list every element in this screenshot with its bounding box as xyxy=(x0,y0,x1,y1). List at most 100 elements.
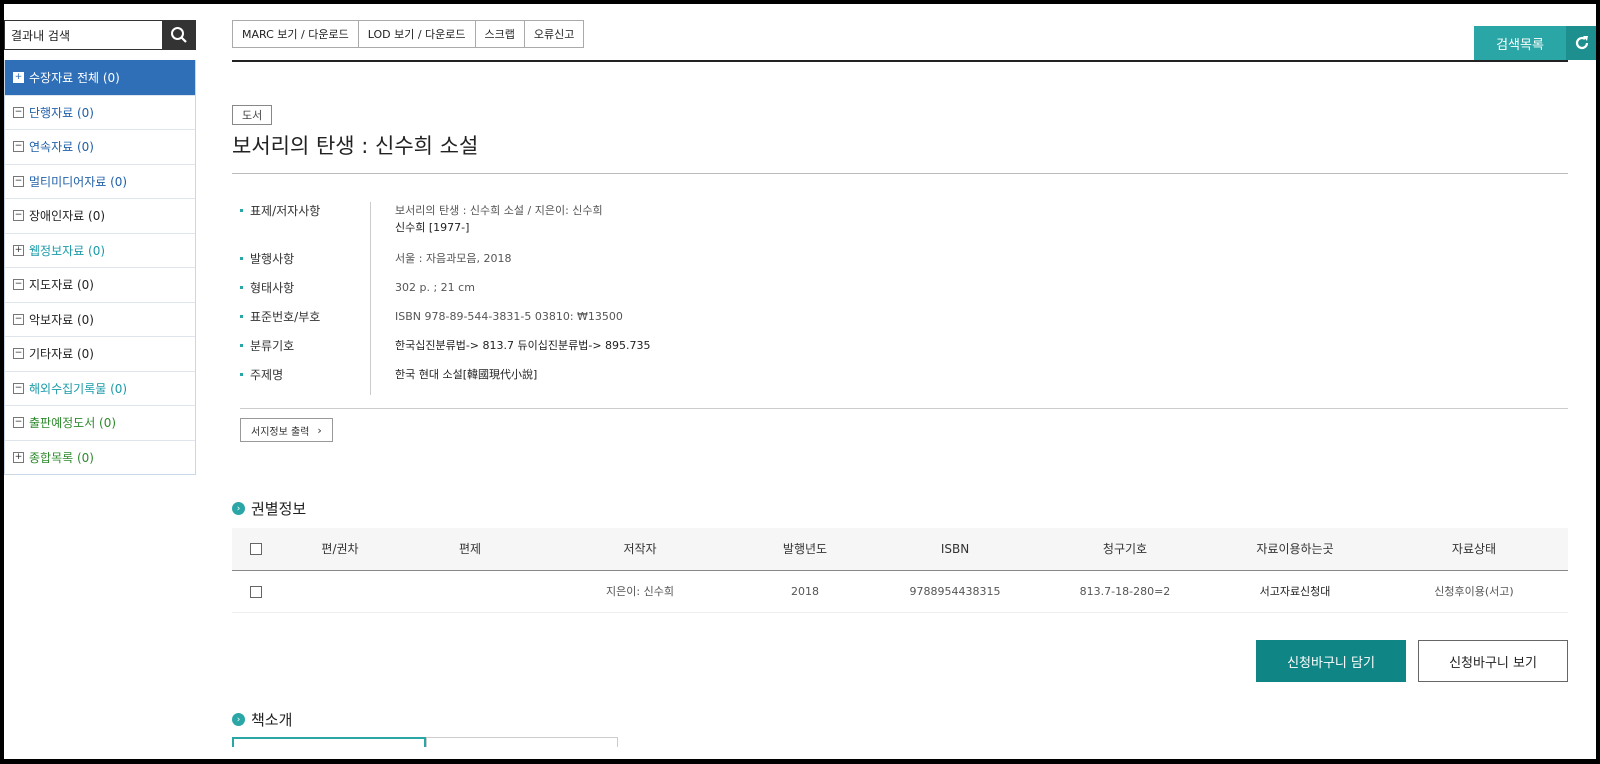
detail-value-line: 한국 현대 소설[韓國現代小說] xyxy=(395,368,538,381)
column-header: 저작자 xyxy=(540,528,740,571)
collection-nav: + 수장자료 전체 (0) − 단행자료 (0) − 연속자료 (0) − 멀티미디어자료 (… xyxy=(4,60,196,475)
detail-value-line: 302 p. ; 21 cm xyxy=(395,281,475,294)
detail-row: 주제명 한국 현대 소설[韓國現代小說] xyxy=(240,366,1568,395)
collapse-icon: − xyxy=(13,106,24,118)
expand-icon: + xyxy=(13,72,24,84)
detail-key: 분류기호 xyxy=(240,337,370,366)
view-cart-button[interactable]: 신청바구니 보기 xyxy=(1418,640,1568,682)
select-all-cell xyxy=(232,528,280,571)
sidebar-item[interactable]: − 장애인자료 (0) xyxy=(5,198,195,233)
sidebar-item[interactable]: + 종합목록 (0) xyxy=(5,439,195,475)
expand-icon: + xyxy=(13,244,24,256)
lod-view-button[interactable]: LOD 보기 / 다운로드 xyxy=(358,20,476,48)
collapse-icon: − xyxy=(13,210,24,222)
divider xyxy=(232,60,1568,62)
detail-value-line: ISBN 978-89-544-3831-5 03810: ₩13500 xyxy=(395,310,623,323)
detail-value-line[interactable]: 신수희 [1977-] xyxy=(395,219,603,236)
intro-tabs xyxy=(232,737,618,747)
collapse-icon: − xyxy=(13,348,24,360)
record-toolbar: MARC 보기 / 다운로드 LOD 보기 / 다운로드 스크랩 오류신고 xyxy=(232,20,1600,48)
column-header: 편/권차 xyxy=(280,528,400,571)
sidebar-item[interactable]: − 출판예정도서 (0) xyxy=(5,405,195,440)
intro-heading-label: 책소개 xyxy=(251,711,293,729)
table-cell: 지은이: 신수희 xyxy=(540,570,740,613)
scrap-button[interactable]: 스크랩 xyxy=(475,20,525,48)
sidebar-item[interactable]: − 단행자료 (0) xyxy=(5,94,195,130)
chevron-right-icon: › xyxy=(317,423,322,437)
chevron-circle-icon: › xyxy=(232,713,245,726)
collapse-icon: − xyxy=(13,279,24,291)
intro-tab[interactable] xyxy=(426,737,618,747)
detail-value: 한국 현대 소설[韓國現代小說] xyxy=(370,366,537,395)
back-to-list-label: 검색목록 xyxy=(1474,26,1566,60)
table-cell xyxy=(400,570,540,613)
record-title: 보서리의 탄생 : 신수희 소설 xyxy=(232,134,479,158)
bibliographic-details: 표제/저자사항 보서리의 탄생 : 신수희 소설 / 지은이: 신수희 신수희 [1… xyxy=(240,202,1568,395)
add-to-cart-button[interactable]: 신청바구니 담기 xyxy=(1256,640,1406,682)
back-to-list-button[interactable]: 검색목록 xyxy=(1474,26,1598,60)
sidebar-item[interactable]: − 멀티미디어자료 (0) xyxy=(5,163,195,199)
divider xyxy=(240,408,1568,409)
sidebar: +수장자료 전체 (0)−단행자료 (0)−연속자료 (0)−멀티미디어자료 (… xyxy=(4,20,196,475)
sidebar-item-label: 출판예정도서 (0) xyxy=(29,416,117,431)
collapse-icon: − xyxy=(13,313,24,325)
detail-row: 분류기호 한국십진분류법-> 813.7 듀이십진분류법-> 895.735 xyxy=(240,337,1568,366)
sidebar-item-label: 장애인자료 (0) xyxy=(29,209,106,224)
result-search-input[interactable] xyxy=(4,20,162,50)
material-type-badge: 도서 xyxy=(232,105,273,125)
sidebar-item[interactable]: − 악보자료 (0) xyxy=(5,301,195,337)
marc-view-button[interactable]: MARC 보기 / 다운로드 xyxy=(232,20,359,48)
detail-value-line: 한국십진분류법-> 813.7 듀이십진분류법-> 895.735 xyxy=(395,339,651,352)
detail-value: 서울 : 자음과모음, 2018 xyxy=(370,250,512,279)
sidebar-item-label: 악보자료 (0) xyxy=(29,312,94,327)
print-record-button[interactable]: 서지정보 출력 › xyxy=(240,418,333,442)
column-header: 편제 xyxy=(400,528,540,571)
detail-value-line: 서울 : 자음과모음, 2018 xyxy=(395,252,512,265)
sidebar-item[interactable]: − 해외수집기록물 (0) xyxy=(5,370,195,406)
detail-value: ISBN 978-89-544-3831-5 03810: ₩13500 xyxy=(370,308,623,337)
detail-key: 주제명 xyxy=(240,366,370,395)
row-checkbox[interactable] xyxy=(250,585,262,598)
table-cell: 신청후이용(서고) xyxy=(1380,570,1568,613)
table-header-row: 편/권차 편제 저작자 발행년도 ISBN 청구기호 자료이용하는곳 자료상태 xyxy=(232,528,1568,571)
sidebar-item[interactable]: − 지도자료 (0) xyxy=(5,267,195,302)
column-header: ISBN xyxy=(870,528,1040,571)
detail-row: 표제/저자사항 보서리의 탄생 : 신수희 소설 / 지은이: 신수희 신수희 [1… xyxy=(240,202,1568,250)
table-cell: 서고자료신청대 xyxy=(1210,570,1380,613)
select-all-checkbox[interactable] xyxy=(250,543,262,556)
sidebar-item-label: 단행자료 (0) xyxy=(29,105,94,120)
sidebar-item-label: 웹정보자료 (0) xyxy=(29,243,106,258)
print-record-label: 서지정보 출력 xyxy=(251,426,310,438)
collapse-icon: − xyxy=(13,417,24,429)
detail-key: 표제/저자사항 xyxy=(240,202,370,250)
refresh-icon xyxy=(1575,36,1589,50)
sidebar-item[interactable]: + 수장자료 전체 (0) xyxy=(5,60,195,95)
table-cell: 813.7-18-280=2 xyxy=(1040,570,1210,613)
sidebar-item[interactable]: − 연속자료 (0) xyxy=(5,129,195,164)
sidebar-item[interactable]: + 웹정보자료 (0) xyxy=(5,232,195,268)
detail-value-line: 보서리의 탄생 : 신수희 소설 / 지은이: 신수희 xyxy=(395,204,603,217)
expand-icon: + xyxy=(13,451,24,463)
sidebar-item[interactable]: − 기타자료 (0) xyxy=(5,336,195,371)
detail-key: 표준번호/부호 xyxy=(240,308,370,337)
detail-value: 보서리의 탄생 : 신수희 소설 / 지은이: 신수희신수희 [1977-] xyxy=(370,202,603,250)
refresh-icon-box xyxy=(1566,26,1598,60)
detail-key: 발행사항 xyxy=(240,250,370,279)
column-header: 자료상태 xyxy=(1380,528,1568,571)
collapse-icon: − xyxy=(13,141,24,153)
report-error-button[interactable]: 오류신고 xyxy=(524,20,585,48)
table-cell xyxy=(280,570,400,613)
result-search xyxy=(4,20,196,50)
sidebar-item-label: 종합목록 (0) xyxy=(29,450,94,465)
table-cell: 2018 xyxy=(740,570,870,613)
column-header: 발행년도 xyxy=(740,528,870,571)
detail-row: 형태사항 302 p. ; 21 cm xyxy=(240,279,1568,308)
sidebar-item-label: 지도자료 (0) xyxy=(29,278,94,293)
chevron-circle-icon: › xyxy=(232,502,245,515)
volumes-heading-label: 권별정보 xyxy=(251,500,307,518)
detail-value: 302 p. ; 21 cm xyxy=(370,279,475,308)
search-button[interactable] xyxy=(162,20,196,50)
intro-tab-active[interactable] xyxy=(232,737,426,747)
table-cell: 9788954438315 xyxy=(870,570,1040,613)
detail-row: 표준번호/부호 ISBN 978-89-544-3831-5 03810: ₩13… xyxy=(240,308,1568,337)
